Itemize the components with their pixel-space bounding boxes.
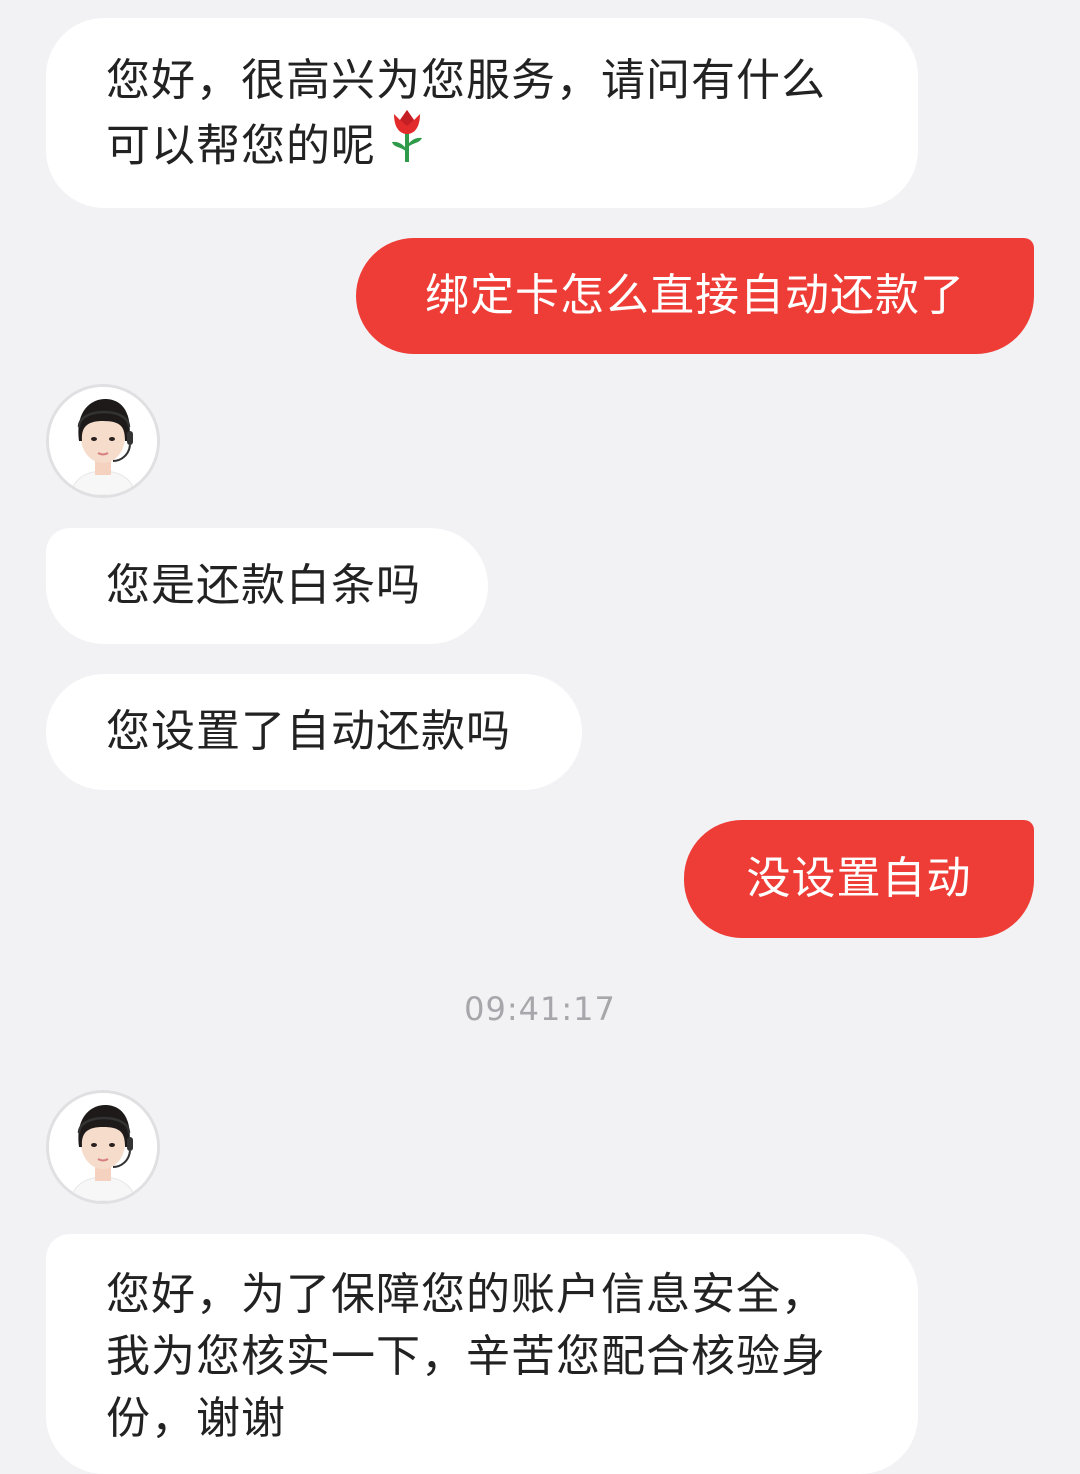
agent-face-icon: [49, 387, 157, 495]
message-text-line: 您好，为了保障您的账户信息安全，: [106, 1269, 826, 1320]
message-text: 绑定卡怎么直接自动还款了: [425, 270, 965, 321]
message-text: 您设置了自动还款吗: [106, 706, 511, 757]
customer-service-avatar[interactable]: [46, 1090, 160, 1204]
message-text-line: 份，谢谢: [106, 1393, 286, 1444]
user-message-auto-repay-question: 绑定卡怎么直接自动还款了: [356, 238, 1034, 354]
agent-face-icon: [49, 1093, 157, 1201]
message-text: 可以帮您的呢: [106, 120, 376, 172]
agent-message-greeting: 您好，很高兴为您服务，请问有什么 可以帮您的呢: [46, 18, 918, 208]
message-text: 您是还款白条吗: [106, 560, 421, 611]
message-text-line: 您好，很高兴为您服务，请问有什么: [106, 55, 826, 106]
message-timestamp: 09:41:17: [464, 990, 616, 1028]
agent-message-baitiao-question: 您是还款白条吗: [46, 528, 488, 644]
message-text-line: 可以帮您的呢: [106, 110, 918, 185]
customer-service-avatar[interactable]: [46, 384, 160, 498]
user-message-not-set: 没设置自动: [684, 820, 1034, 938]
message-text-line: 我为您核实一下，辛苦您配合核验身: [106, 1331, 826, 1382]
rose-icon: [390, 108, 424, 181]
agent-message-auto-repay-setting-question: 您设置了自动还款吗: [46, 674, 582, 790]
agent-message-identity-verification: 您好，为了保障您的账户信息安全， 我为您核实一下，辛苦您配合核验身 份，谢谢: [46, 1234, 918, 1474]
message-text: 没设置自动: [746, 853, 972, 904]
